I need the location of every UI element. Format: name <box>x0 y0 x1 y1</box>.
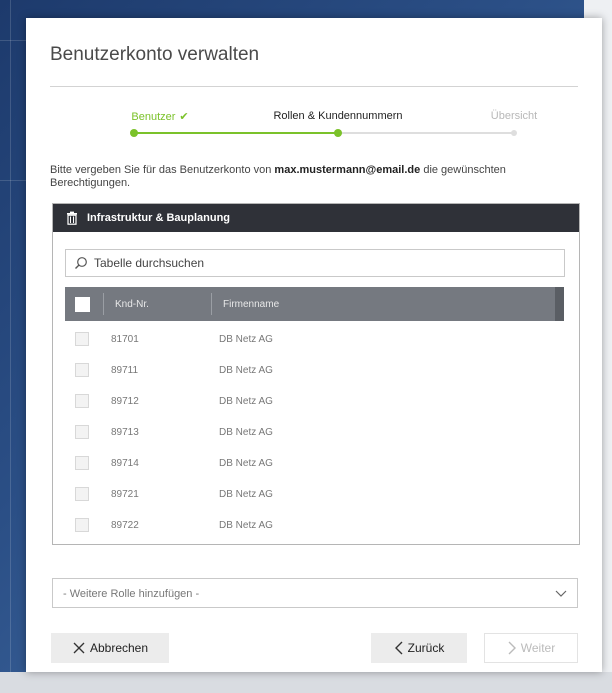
table-row[interactable]: 89721 DB Netz AG <box>65 479 565 510</box>
cell-knd: 89722 <box>111 520 139 531</box>
step-label: Übersicht <box>490 110 538 122</box>
cell-knd: 89713 <box>111 427 139 438</box>
background-footer <box>0 672 612 693</box>
table-search <box>65 249 565 277</box>
select-all-checkbox[interactable] <box>75 297 90 312</box>
chevron-right-icon <box>508 641 516 655</box>
row-checkbox[interactable] <box>75 456 89 470</box>
column-divider <box>103 293 104 315</box>
table-row[interactable]: 89714 DB Netz AG <box>65 448 565 479</box>
step-label: Benutzer <box>131 111 176 123</box>
step-dot-done <box>130 129 138 137</box>
cell-firma: DB Netz AG <box>219 365 273 376</box>
back-button[interactable]: Zurück <box>371 633 467 663</box>
next-button[interactable]: Weiter <box>484 633 578 663</box>
cell-knd: 89711 <box>111 365 139 376</box>
cell-firma: DB Netz AG <box>219 458 273 469</box>
step-benutzer[interactable]: Benutzer ✔ <box>131 110 188 123</box>
column-header-knd[interactable]: Knd-Nr. <box>115 299 149 310</box>
chevron-left-icon <box>394 641 403 655</box>
cell-knd: 89721 <box>111 489 139 500</box>
trash-icon[interactable] <box>65 211 79 225</box>
dropdown-placeholder: - Weitere Rolle hinzufügen - <box>63 588 200 600</box>
back-label: Zurück <box>407 641 445 655</box>
checkmark-icon: ✔ <box>179 111 189 123</box>
table-body: 81701 DB Netz AG 89711 DB Netz AG 89712 … <box>65 324 565 532</box>
table-row[interactable]: 81701 DB Netz AG <box>65 324 565 355</box>
row-checkbox[interactable] <box>75 487 89 501</box>
search-icon <box>75 257 87 269</box>
cell-firma: DB Netz AG <box>219 489 273 500</box>
cell-firma: DB Netz AG <box>219 334 273 345</box>
row-checkbox[interactable] <box>75 394 89 408</box>
step-dot-active <box>334 129 342 137</box>
step-rollen: Rollen & Kundennummern <box>273 110 402 122</box>
step-track-pending <box>338 132 514 134</box>
cancel-label: Abbrechen <box>89 641 149 655</box>
wizard-stepper: Benutzer ✔ Rollen & Kundennummern Übersic… <box>26 18 602 148</box>
step-label: Rollen & Kundennummern <box>273 110 403 122</box>
cell-knd: 89712 <box>111 396 139 407</box>
step-dot-pending <box>511 130 517 136</box>
table-row[interactable]: 89713 DB Netz AG <box>65 417 565 448</box>
search-input[interactable] <box>94 254 554 272</box>
user-email: max.mustermann@email.de <box>274 164 421 176</box>
step-uebersicht: Übersicht <box>491 110 537 122</box>
cell-firma: DB Netz AG <box>219 396 273 407</box>
cell-knd: 81701 <box>111 334 139 345</box>
next-label: Weiter <box>520 641 556 655</box>
add-role-dropdown[interactable]: - Weitere Rolle hinzufügen - <box>52 578 578 608</box>
panel-header: Infrastruktur & Bauplanung <box>53 204 579 232</box>
row-checkbox[interactable] <box>75 425 89 439</box>
panel-title: Infrastruktur & Bauplanung <box>87 212 231 224</box>
row-checkbox[interactable] <box>75 332 89 346</box>
table-scrollbar[interactable] <box>555 287 564 321</box>
row-checkbox[interactable] <box>75 363 89 377</box>
role-panel: Infrastruktur & Bauplanung Knd-Nr. Firme… <box>52 203 580 545</box>
table-row[interactable]: 89722 DB Netz AG <box>65 510 565 532</box>
table-row[interactable]: 89712 DB Netz AG <box>65 386 565 417</box>
chevron-down-icon <box>555 590 567 597</box>
step-track-done <box>134 132 338 134</box>
cell-knd: 89714 <box>111 458 139 469</box>
row-checkbox[interactable] <box>75 518 89 532</box>
intro-text: Bitte vergeben Sie für das Benutzerkonto… <box>50 164 506 189</box>
cell-firma: DB Netz AG <box>219 427 273 438</box>
close-icon <box>73 642 85 654</box>
column-header-firma[interactable]: Firmenname <box>223 299 279 310</box>
column-divider <box>211 293 212 315</box>
cancel-button[interactable]: Abbrechen <box>51 633 169 663</box>
manage-account-dialog: Benutzerkonto verwalten Benutzer ✔ Rollen… <box>26 18 602 672</box>
cell-firma: DB Netz AG <box>219 520 273 531</box>
table-header: Knd-Nr. Firmenname <box>65 287 555 321</box>
table-row[interactable]: 89711 DB Netz AG <box>65 355 565 386</box>
